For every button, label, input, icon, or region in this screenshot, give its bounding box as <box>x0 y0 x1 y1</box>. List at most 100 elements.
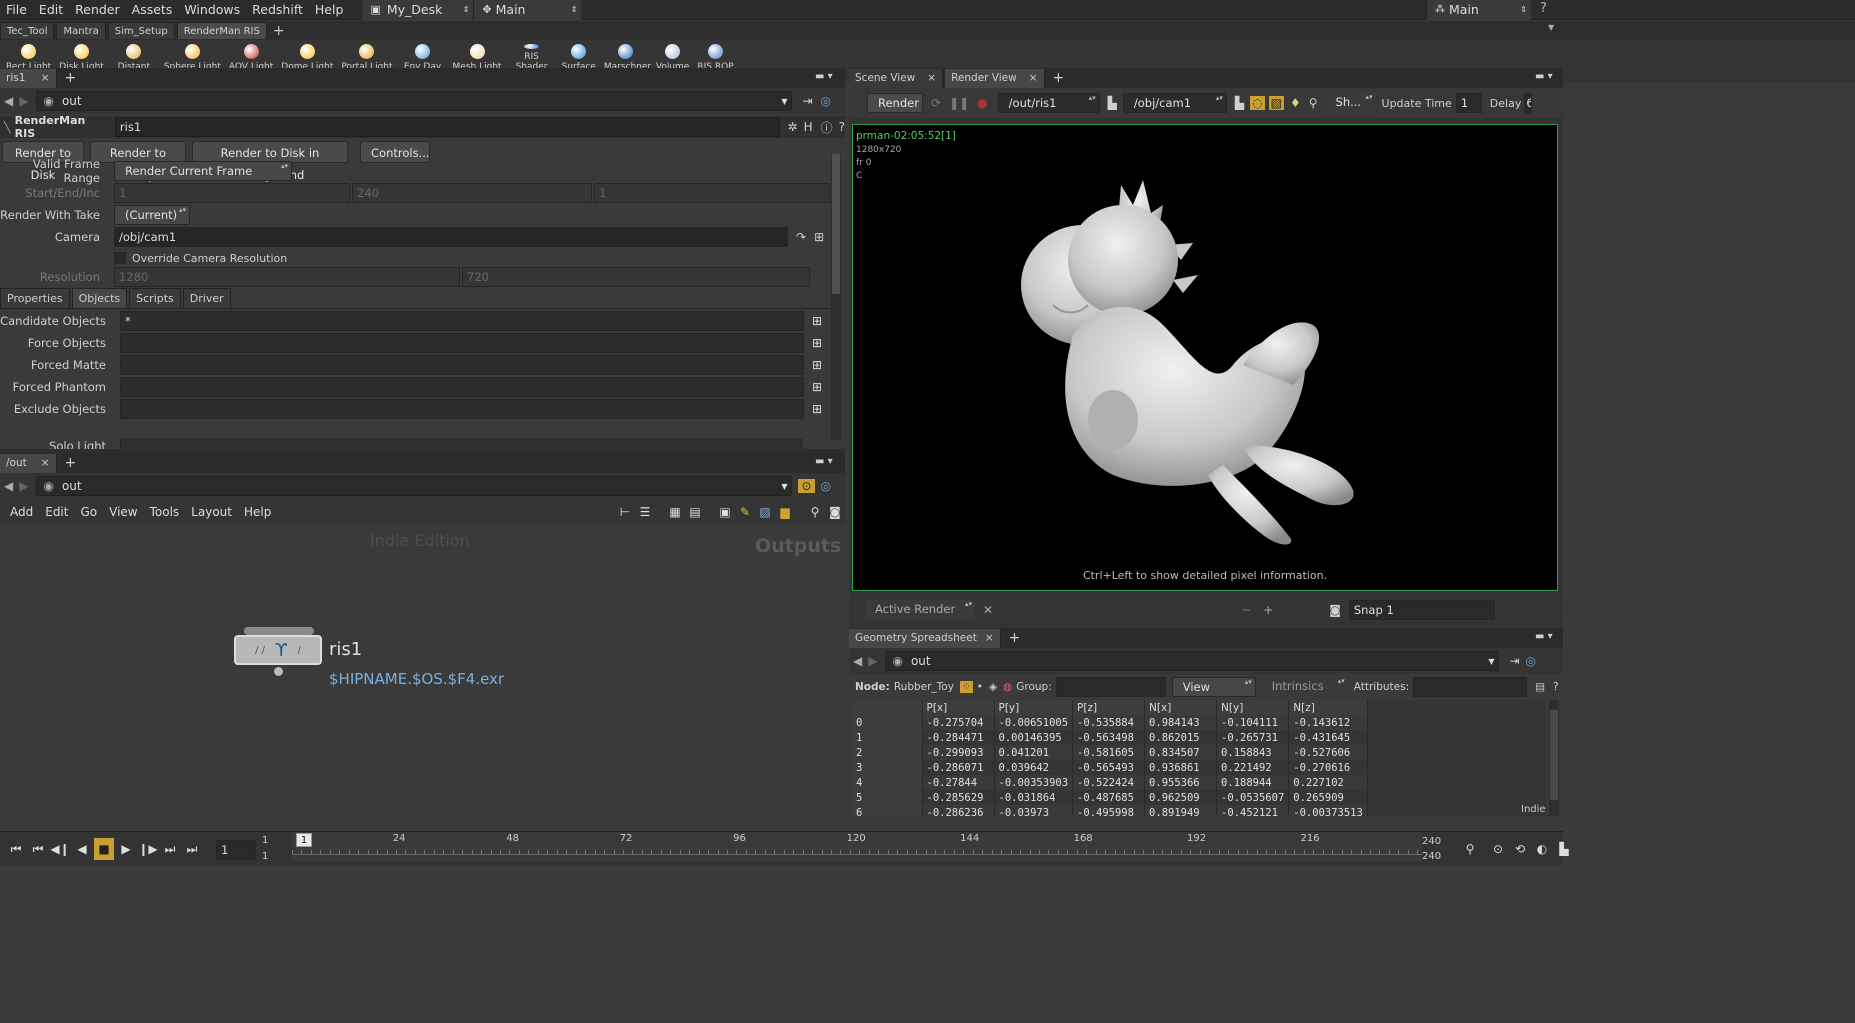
current-frame-field[interactable]: 1 <box>216 840 256 860</box>
main-selector[interactable]: ⁂ Main ⇕ <box>1426 0 1531 20</box>
points-icon[interactable]: ⁘ <box>959 681 973 693</box>
audio-icon[interactable]: ◐ <box>1532 838 1552 860</box>
global-anim-icon[interactable]: ▙ <box>1554 838 1574 860</box>
column-header[interactable] <box>852 700 923 715</box>
pane-menu-icon[interactable]: ▬ ▾ <box>815 71 833 82</box>
camera-snapshot-icon[interactable]: ◙ <box>825 501 845 523</box>
node-chooser-icon[interactable]: ⊞ <box>814 230 824 244</box>
shelf-tab-sim-setup[interactable]: Sim_Setup <box>107 22 175 39</box>
column-header[interactable]: N[x] <box>1144 700 1218 715</box>
add-tab-icon[interactable]: + <box>65 455 77 471</box>
box-icon[interactable]: ▆ <box>775 501 795 523</box>
snap-field[interactable]: Snap 1 <box>1348 600 1495 620</box>
spreadsheet-path-field[interactable]: ◉ out ▼ <box>885 651 1500 671</box>
render-image-area[interactable]: prman-02:05:52[1] 1280x720 fr 0 C Ctrl+L… <box>852 124 1558 591</box>
group-field[interactable] <box>1055 677 1166 697</box>
add-shelf-icon[interactable]: + <box>273 23 285 39</box>
options-icon[interactable]: ▤ <box>1535 681 1545 693</box>
param-path-field[interactable]: ◉ out ▼ <box>36 91 793 111</box>
loop-icon[interactable]: ⟲ <box>1510 838 1530 860</box>
render-with-take-select[interactable]: (Current) <box>114 205 190 225</box>
force-objects-field[interactable] <box>120 333 804 353</box>
render-button[interactable]: Render <box>867 93 923 113</box>
back-arrow-icon[interactable]: ◀ <box>4 94 13 108</box>
net-menu-go[interactable]: Go <box>74 502 103 522</box>
table-row[interactable]: 4 -0.27844 -0.00353903 -0.522424 0.955366 0.1… <box>852 775 1368 790</box>
scrollbar-thumb[interactable] <box>1550 710 1558 800</box>
node-chooser-icon[interactable]: ⊞ <box>810 314 824 328</box>
shelf-tab-renderman-ris[interactable]: RenderMan RIS <box>176 22 267 39</box>
jump-end-icon[interactable]: ⏭ <box>182 838 202 860</box>
net-menu-add[interactable]: Add <box>4 502 39 522</box>
forward-arrow-icon[interactable]: ▶ <box>868 654 877 668</box>
node-output-dot[interactable] <box>274 667 283 676</box>
camera-path-select[interactable]: /obj/cam1 <box>1122 93 1227 113</box>
grid-view-icon[interactable]: ▦ <box>665 501 685 523</box>
desktop-selector[interactable]: ▣ My_Desk ⇕ <box>361 0 474 20</box>
forward-arrow-icon[interactable]: ▶ <box>19 94 28 108</box>
tab-objects[interactable]: Objects <box>71 288 128 308</box>
ris1-node[interactable]: / / ϒ / <box>234 625 324 677</box>
table-row[interactable]: 3 -0.286071 0.039642 -0.565493 0.936861 0.221… <box>852 760 1368 775</box>
column-header[interactable]: N[z] <box>1288 700 1368 715</box>
table-row[interactable]: 5 -0.285629 -0.031864 -0.487685 0.962509 -0.0… <box>852 790 1368 805</box>
pin-icon[interactable]: ⇥ <box>802 94 812 108</box>
forced-phantom-field[interactable] <box>120 377 804 397</box>
net-menu-help[interactable]: Help <box>238 502 277 522</box>
param-scrollbar[interactable] <box>831 154 841 440</box>
exclude-objects-field[interactable] <box>120 399 804 419</box>
network-path-field[interactable]: ◉ out ▼ <box>36 476 793 496</box>
list-view-icon[interactable]: ☰ <box>635 501 655 523</box>
delay-field[interactable]: 6 <box>1524 93 1533 113</box>
jump-start-icon[interactable]: ⏮ <box>6 838 26 860</box>
tab-ris1[interactable]: ris1 × <box>0 68 57 88</box>
attributes-field[interactable] <box>1413 677 1528 697</box>
dropdown-arrow-icon[interactable]: ▼ <box>1548 23 1554 32</box>
menu-file[interactable]: File <box>0 0 33 20</box>
link-icon[interactable]: ◎ <box>821 94 831 108</box>
table-view-icon[interactable]: ▤ <box>685 501 705 523</box>
node-chooser-icon[interactable]: ⊞ <box>810 380 824 394</box>
close-icon[interactable]: × <box>41 457 50 469</box>
plus-icon[interactable]: + <box>1263 603 1273 617</box>
close-icon[interactable]: ✕ <box>983 603 993 617</box>
minus-icon[interactable]: − <box>1241 603 1251 617</box>
add-tab-icon[interactable]: + <box>1053 70 1065 86</box>
override-checkbox[interactable] <box>114 252 126 264</box>
menu-edit[interactable]: Edit <box>33 0 69 20</box>
table-row[interactable]: 6 -0.286236 -0.03973 -0.495998 0.891949 -0.45… <box>852 805 1368 816</box>
step-back-key-icon[interactable]: ⏮ <box>28 838 48 860</box>
back-arrow-icon[interactable]: ◀ <box>853 654 862 668</box>
pane-menu-icon[interactable]: ▬ ▾ <box>815 456 833 467</box>
frame-marker[interactable]: 1 <box>296 833 312 847</box>
table-row[interactable]: 1 -0.284471 0.00146395 -0.563498 0.862015 -0.… <box>852 730 1368 745</box>
tab-out[interactable]: /out × <box>0 453 57 473</box>
net-menu-edit[interactable]: Edit <box>39 502 74 522</box>
net-menu-tools[interactable]: Tools <box>144 502 186 522</box>
add-tab-icon[interactable]: + <box>65 70 77 86</box>
forced-matte-field[interactable] <box>120 355 804 375</box>
realtime-icon[interactable]: ⊙ <box>1488 838 1508 860</box>
shelf-tab-mantra[interactable]: Mantra <box>56 22 106 39</box>
step-forward-key-icon[interactable]: ⏭ <box>160 838 180 860</box>
forward-arrow-icon[interactable]: ▶ <box>19 479 28 493</box>
zoom-icon[interactable]: ⚲ <box>1309 96 1318 110</box>
column-header[interactable]: P[y] <box>994 700 1074 715</box>
tree-view-icon[interactable]: ⊢ <box>615 501 635 523</box>
table-row[interactable]: 2 -0.299093 0.041201 -0.581605 0.834507 0.158… <box>852 745 1368 760</box>
node-name-field[interactable]: ris1 <box>114 117 780 137</box>
net-menu-view[interactable]: View <box>103 502 143 522</box>
camera-chooser-icon[interactable]: ▙ <box>1108 96 1117 110</box>
column-header[interactable]: N[y] <box>1216 700 1290 715</box>
menu-assets[interactable]: Assets <box>126 0 179 20</box>
shelf-tab-tec-tool[interactable]: Tec_Tool <box>0 22 55 39</box>
shading-select[interactable]: Sh... <box>1325 93 1376 113</box>
image-icon[interactable]: ▣ <box>715 501 735 523</box>
tab-geometry-spreadsheet[interactable]: Geometry Spreadsheet × <box>849 628 1001 648</box>
close-icon[interactable]: × <box>41 72 50 84</box>
pin-icon[interactable]: ⇥ <box>1509 654 1519 668</box>
preview-icon[interactable]: ▧ <box>1268 96 1284 110</box>
update-time-field[interactable]: 1 <box>1455 93 1482 113</box>
menu-redshift[interactable]: Redshift <box>246 0 309 20</box>
help-icon[interactable]: ? <box>1540 1 1547 16</box>
